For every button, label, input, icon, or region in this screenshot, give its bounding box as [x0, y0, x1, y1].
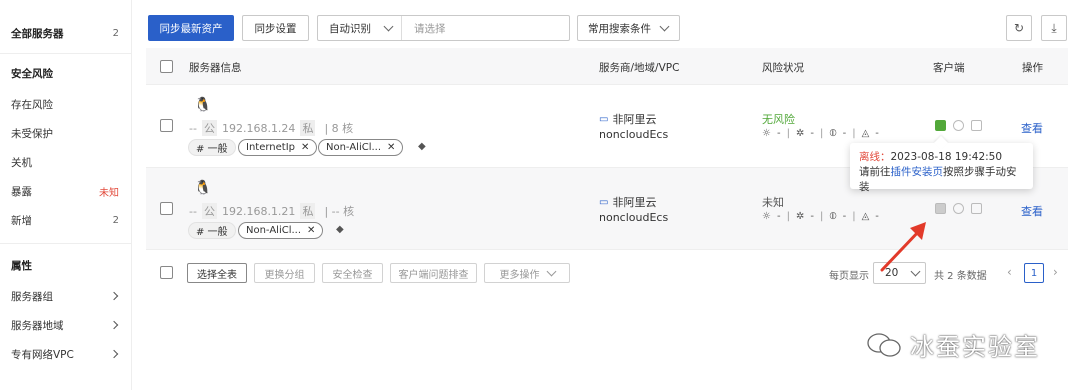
server-icon: ▭ [599, 196, 609, 208]
sidebar-item-vpc[interactable]: 专有网络VPC [11, 345, 119, 363]
wechat-icon [867, 332, 901, 357]
per-page-label: 每页显示 [829, 271, 869, 282]
sidebar-item-all-servers[interactable]: 全部服务器 2 [11, 24, 119, 42]
offline-tooltip: 离线：2023-08-18 19:42:50 请前往插件安装页按照步骤手动安装 [850, 135, 1033, 193]
common-search-select[interactable]: 常用搜索条件 [577, 15, 680, 41]
chevron-right-icon [109, 291, 119, 301]
table-header: 服务器信息 服务商/地域/VPC 风险状况 客户端 操作 [146, 48, 1068, 85]
cloud-icon[interactable] [953, 203, 964, 214]
server-icon: ▭ [599, 113, 609, 125]
tag-icon[interactable]: ◆ [336, 224, 344, 235]
more-actions-button[interactable]: 更多操作 [484, 263, 570, 283]
virus-icon: ✲ [795, 211, 805, 222]
provider-sub: noncloudEcs [599, 211, 669, 224]
vulnerability-icon: ☼ [762, 128, 771, 139]
col-action: 操作 [1022, 62, 1043, 74]
linux-penguin-icon: 🐧 [194, 180, 212, 196]
public-tag: 公 [201, 120, 217, 136]
col-server-info: 服务器信息 [189, 62, 242, 74]
client-status [935, 203, 982, 214]
view-link[interactable]: 查看 [1021, 120, 1043, 136]
next-page-icon[interactable]: › [1053, 265, 1058, 279]
sidebar: 全部服务器 2 安全风险 存在风险 未受保护 关机 暴露 未知 新增 2 属性 … [0, 0, 132, 390]
sidebar-section-attributes: 属性 [11, 259, 32, 272]
sidebar-item-new[interactable]: 新增 2 [11, 211, 119, 229]
select-all-button[interactable]: 选择全表 [187, 263, 247, 283]
search-input[interactable]: 请选择 [402, 21, 446, 36]
close-icon[interactable]: ✕ [301, 142, 309, 153]
watermark: 冰蚕实验室 [866, 327, 1040, 362]
provider-cell: ▭ 非阿里云 [599, 113, 657, 126]
risk-metrics: ☼ - | ✲ - | ⦶ - | ◬ - [762, 211, 879, 222]
auto-detect-select[interactable]: 自动识别 [318, 16, 402, 40]
public-tag: 公 [201, 203, 217, 219]
risk-status: 未知 [762, 196, 784, 209]
risk-status: 无风险 [762, 113, 795, 126]
prev-page-icon[interactable]: ‹ [1007, 265, 1012, 279]
col-provider: 服务商/地域/VPC [599, 62, 680, 74]
chevron-down-icon [383, 21, 394, 31]
sidebar-section-security-risk: 安全风险 [11, 67, 53, 80]
sidebar-item-exposed[interactable]: 暴露 未知 [11, 182, 119, 200]
cloud-icon[interactable] [953, 120, 964, 131]
plugin-install-link[interactable]: 插件安装页 [891, 166, 944, 178]
page-current[interactable]: 1 [1024, 263, 1044, 283]
server-ip-line: -- 公 192.168.1.21 私 | -- 核 [189, 203, 355, 219]
footer-checkbox[interactable] [160, 266, 173, 279]
close-icon[interactable]: ✕ [387, 142, 395, 153]
baseline-icon: ⦶ [829, 128, 837, 139]
divider [0, 53, 131, 54]
provider-cell: ▭ 非阿里云 [599, 196, 657, 209]
tag-item[interactable]: Non-AliCl... ✕ [318, 139, 404, 156]
private-tag: 私 [300, 203, 316, 219]
sidebar-item-server-group[interactable]: 服务器组 [11, 287, 119, 305]
row-checkbox[interactable] [160, 202, 173, 215]
tag-icon[interactable]: ◆ [418, 141, 426, 152]
total-count: 共 2 条数据 [934, 271, 987, 282]
sidebar-item-server-region[interactable]: 服务器地域 [11, 316, 119, 334]
change-group-button[interactable]: 更换分组 [254, 263, 315, 283]
chevron-right-icon [109, 349, 119, 359]
server-ip-line: -- 公 192.168.1.24 私 | 8 核 [189, 120, 354, 136]
linux-penguin-icon: 🐧 [194, 97, 212, 113]
security-check-button[interactable]: 安全检查 [322, 263, 383, 283]
baseline-icon: ⦶ [829, 211, 837, 222]
monitor-icon[interactable] [971, 120, 982, 131]
view-link[interactable]: 查看 [1021, 203, 1043, 219]
group-tag[interactable]: # 一般 [188, 139, 236, 156]
alert-icon: ◬ [861, 211, 870, 222]
sidebar-item-shutdown[interactable]: 关机 [11, 153, 119, 171]
risk-metrics: ☼ - | ✲ - | ⦶ - | ◬ - [762, 128, 879, 139]
download-icon[interactable]: ⤓ [1041, 15, 1067, 41]
search-filter[interactable]: 自动识别 请选择 [317, 15, 570, 41]
sidebar-item-unprotected[interactable]: 未受保护 [11, 124, 119, 142]
annotation-arrow [880, 222, 926, 272]
shield-icon[interactable] [935, 203, 946, 214]
chevron-right-icon [109, 320, 119, 330]
group-tag[interactable]: # 一般 [188, 222, 236, 239]
monitor-icon[interactable] [971, 203, 982, 214]
client-troubleshoot-button[interactable]: 客户端问题排查 [390, 263, 477, 283]
tag-item[interactable]: InternetIp ✕ [238, 139, 318, 156]
sync-assets-button[interactable]: 同步最新资产 [148, 15, 234, 41]
sidebar-item-at-risk[interactable]: 存在风险 [11, 95, 119, 113]
select-all-checkbox[interactable] [160, 60, 173, 73]
sync-settings-button[interactable]: 同步设置 [242, 15, 309, 41]
shield-icon[interactable] [935, 120, 946, 131]
tag-item[interactable]: Non-AliCl... ✕ [238, 222, 324, 239]
provider-sub: noncloudEcs [599, 128, 669, 141]
chevron-down-icon [546, 266, 556, 276]
chevron-down-icon [659, 21, 670, 31]
refresh-icon[interactable]: ↻ [1006, 15, 1032, 41]
row-checkbox[interactable] [160, 119, 173, 132]
alert-icon: ◬ [861, 128, 870, 139]
client-status [935, 120, 982, 131]
col-client: 客户端 [933, 62, 965, 74]
vulnerability-icon: ☼ [762, 211, 771, 222]
col-risk: 风险状况 [762, 62, 804, 74]
private-tag: 私 [300, 120, 316, 136]
virus-icon: ✲ [795, 128, 805, 139]
divider [0, 243, 131, 244]
close-icon[interactable]: ✕ [307, 225, 315, 236]
